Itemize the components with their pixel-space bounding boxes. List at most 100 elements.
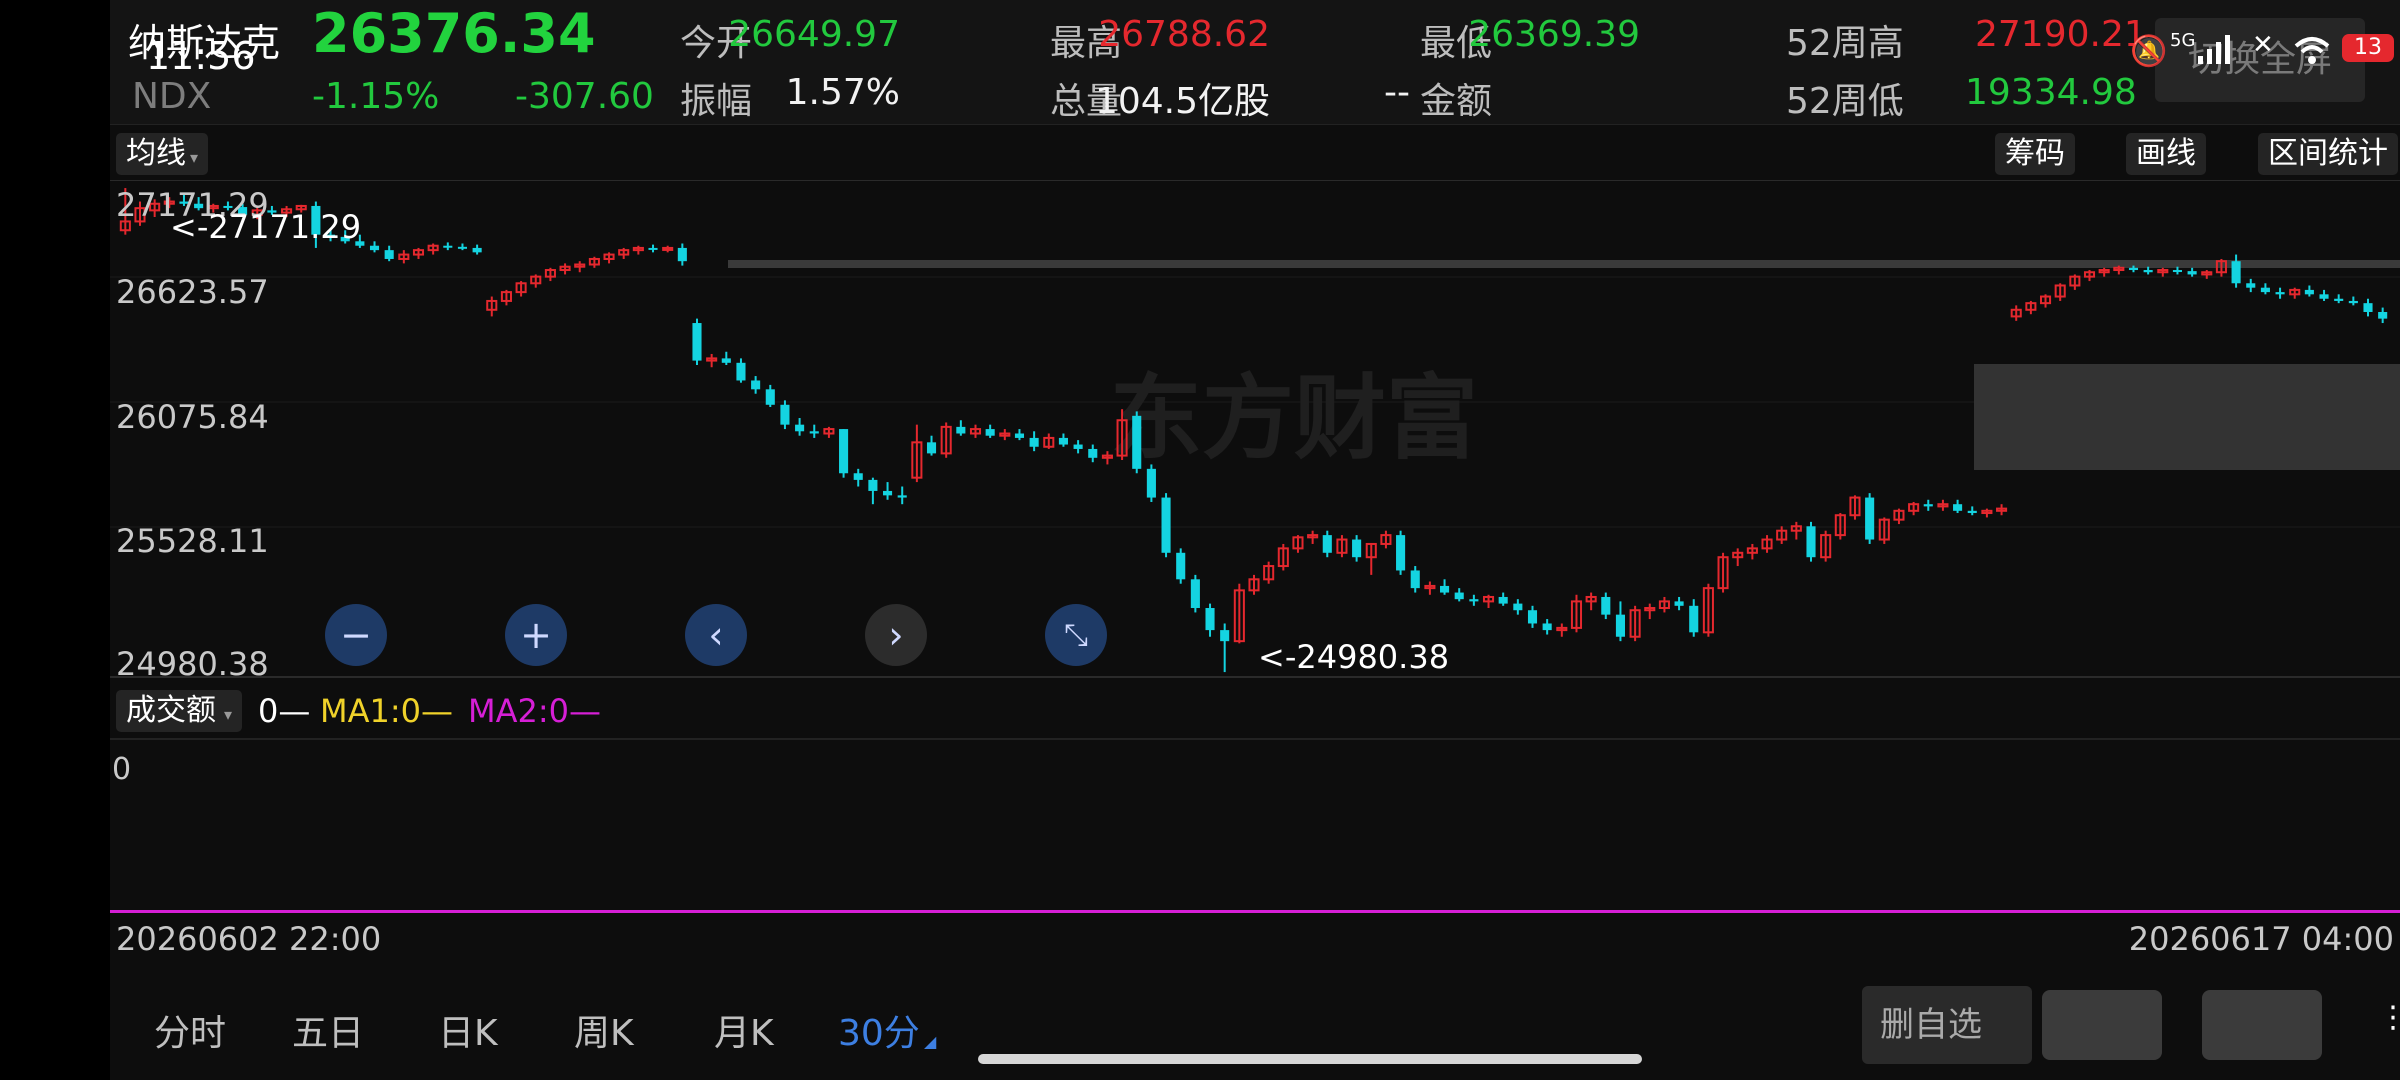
candle-body bbox=[1615, 614, 1625, 637]
candle-body bbox=[1967, 510, 1977, 514]
range-stats-button[interactable]: 区间统计 bbox=[2258, 133, 2398, 175]
candle-body bbox=[1176, 552, 1186, 580]
price-tick-4: 25528.11 bbox=[116, 522, 269, 560]
candle-body bbox=[1689, 605, 1699, 633]
tab-intraday[interactable]: 分时 bbox=[154, 1004, 226, 1056]
candle-body bbox=[1674, 601, 1684, 606]
candle-body bbox=[2304, 289, 2314, 295]
candle-body bbox=[2319, 294, 2329, 299]
tab-weekly[interactable]: 周K bbox=[574, 1004, 634, 1056]
overlay-gray-box bbox=[1974, 364, 2400, 470]
tab-daily[interactable]: 日K bbox=[438, 1004, 498, 1056]
low-annotation: <-24980.38 bbox=[1258, 638, 1450, 676]
candle-body bbox=[2275, 292, 2285, 295]
scroll-right-button[interactable]: › bbox=[865, 604, 927, 666]
volume-selector-label: 成交额 bbox=[126, 693, 216, 728]
mute-bell-icon: 🔕 bbox=[2130, 34, 2168, 69]
field-value-amplitude: 1.57% bbox=[785, 72, 900, 113]
candle-body bbox=[1469, 599, 1479, 602]
change-amount: -307.60 bbox=[515, 76, 654, 117]
candle-body bbox=[2143, 270, 2153, 273]
candle-body bbox=[2334, 298, 2344, 301]
price-tick-2: 26623.57 bbox=[116, 273, 269, 311]
candle-body bbox=[1396, 535, 1406, 571]
time-axis-end: 20260617 04:00 bbox=[2128, 920, 2394, 958]
remove-watchlist-button[interactable]: 删自选 bbox=[1862, 986, 2032, 1064]
dropdown-arrow-icon: ▾ bbox=[224, 705, 233, 724]
volume-chart[interactable]: 0 bbox=[110, 738, 2400, 913]
candle-body bbox=[809, 431, 819, 434]
watermark: 东方财富 bbox=[1110, 365, 1478, 472]
last-price: 26376.34 bbox=[312, 2, 596, 65]
candle-body bbox=[780, 404, 790, 425]
candle-body bbox=[1923, 504, 1933, 507]
candle-body bbox=[1527, 610, 1538, 624]
field-value-open: 26649.97 bbox=[728, 14, 900, 55]
candle-body bbox=[1161, 497, 1171, 553]
candlestick-chart[interactable]: 东方财富 bbox=[110, 180, 2400, 680]
candle-body bbox=[648, 247, 658, 250]
scroll-left-button[interactable]: ‹ bbox=[685, 604, 747, 666]
volume-value: 0— bbox=[258, 692, 311, 730]
candle-body bbox=[1014, 433, 1025, 438]
stock-chart-app: 纳斯达克 26376.34 NDX -1.15% -307.60 今开 2664… bbox=[110, 0, 2400, 1080]
draw-line-button[interactable]: 画线 bbox=[2126, 133, 2206, 175]
candle-body bbox=[1454, 592, 1464, 600]
candle-body bbox=[2363, 303, 2373, 312]
status-time: 11:56 bbox=[146, 34, 256, 78]
more-icon[interactable]: ⋮ bbox=[2378, 1000, 2400, 1035]
candle-body bbox=[2231, 261, 2241, 284]
volume-ma2: MA2:0— bbox=[468, 692, 601, 730]
tab-30min[interactable]: 30分 bbox=[838, 1004, 920, 1056]
candle-body bbox=[1806, 526, 1816, 558]
tab-five-day[interactable]: 五日 bbox=[292, 1004, 364, 1056]
field-label-52w-low: 52周低 bbox=[1786, 81, 1904, 122]
dropdown-arrow-icon: ▾ bbox=[190, 148, 199, 167]
candle-body bbox=[1058, 437, 1068, 445]
field-value-high: 26788.62 bbox=[1098, 14, 1270, 55]
chip-button[interactable]: 筹码 bbox=[1995, 133, 2075, 175]
tab-monthly[interactable]: 月K bbox=[714, 1004, 774, 1056]
blurred-button-2[interactable] bbox=[2202, 990, 2322, 1060]
candle-body bbox=[662, 246, 674, 251]
field-value-volume: 104.5亿股 bbox=[1094, 81, 1270, 122]
change-percent: -1.15% bbox=[312, 76, 440, 117]
signal-icon bbox=[2198, 35, 2230, 64]
price-tick-5: 24980.38 bbox=[116, 645, 269, 683]
volume-ma1: MA1:0— bbox=[320, 692, 453, 730]
candle-body bbox=[751, 380, 761, 390]
candle-body bbox=[677, 247, 687, 262]
wifi-icon bbox=[2294, 37, 2330, 64]
close-x-icon: ✕ bbox=[2252, 30, 2274, 60]
candle-body bbox=[1220, 630, 1230, 642]
candle-body bbox=[443, 245, 453, 248]
zoom-out-button[interactable]: − bbox=[325, 604, 387, 666]
battery-icon: 13 bbox=[2342, 34, 2394, 62]
candle-body bbox=[1440, 585, 1450, 593]
candle-body bbox=[2187, 271, 2197, 275]
tab-dropdown-icon: ◢ bbox=[924, 1032, 937, 1051]
time-axis-start: 20260602 22:00 bbox=[116, 920, 382, 958]
candle-body bbox=[1205, 608, 1215, 631]
chevron-right-icon: › bbox=[888, 613, 904, 657]
field-value-amount: -- bbox=[1384, 72, 1410, 113]
candle-body bbox=[795, 424, 805, 432]
home-indicator bbox=[978, 1054, 1642, 1064]
candle-body bbox=[2378, 311, 2388, 319]
blurred-button-1[interactable] bbox=[2042, 990, 2162, 1060]
chevron-left-icon: ‹ bbox=[708, 613, 724, 657]
field-label-amplitude: 振幅 bbox=[680, 81, 753, 122]
collapse-button[interactable]: ⤡ bbox=[1045, 604, 1107, 666]
candle-body bbox=[1513, 603, 1523, 611]
ma-selector[interactable]: 均线 ▾ bbox=[116, 133, 209, 175]
chart-toolbar: 均线 ▾ 筹码 画线 区间统计 bbox=[110, 125, 2400, 181]
zoom-in-button[interactable]: + bbox=[505, 604, 567, 666]
candle-body bbox=[1410, 570, 1420, 589]
candle-body bbox=[736, 362, 746, 381]
volume-selector[interactable]: 成交额 ▾ bbox=[116, 690, 243, 732]
candle-body bbox=[1088, 448, 1098, 458]
status-icons: 🔕 5G ✕ 13 bbox=[2020, 30, 2400, 80]
price-tick-3: 26075.84 bbox=[116, 398, 269, 436]
candle-body bbox=[883, 490, 893, 496]
candle-body bbox=[369, 245, 380, 251]
